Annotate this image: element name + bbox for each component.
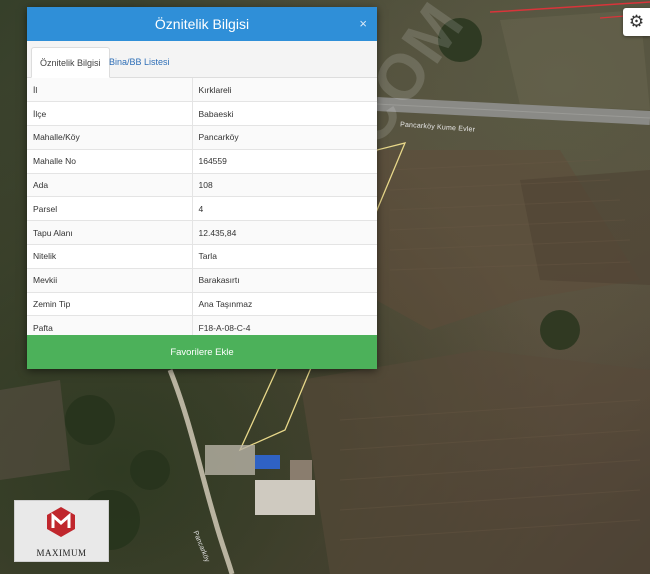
table-row: Parsel 4 xyxy=(27,196,377,222)
attribute-key: Mahalle No xyxy=(27,149,193,174)
attribute-key: İlçe xyxy=(27,101,193,127)
attribute-key: Mahalle/Köy xyxy=(27,125,193,150)
attribute-value: 108 xyxy=(192,173,377,198)
maximum-logo: MAXIMUM xyxy=(14,500,109,562)
attribute-value: 4 xyxy=(192,196,377,222)
attribute-key: Zemin Tip xyxy=(27,292,193,317)
gear-icon: ⚙ xyxy=(628,12,645,31)
table-row: Ada 108 xyxy=(27,173,377,198)
table-row: Mevkii Barakasırtı xyxy=(27,268,377,293)
attribute-info-panel: Öznitelik Bilgisi × Öznitelik Bilgisi Bi… xyxy=(27,7,377,369)
building-roof xyxy=(255,455,280,469)
table-row: İl Kırklareli xyxy=(27,78,377,103)
table-row: Nitelik Tarla xyxy=(27,244,377,269)
attribute-value: Tarla xyxy=(192,244,377,269)
field-patch xyxy=(520,170,650,285)
table-row: İlçe Babaeski xyxy=(27,101,377,127)
tab-bar: Öznitelik Bilgisi Bina/BB Listesi xyxy=(27,41,377,78)
attribute-key: Ada xyxy=(27,173,193,198)
attribute-value: Babaeski xyxy=(192,101,377,127)
table-row: Zemin Tip Ana Taşınmaz xyxy=(27,292,377,317)
building xyxy=(290,460,312,480)
logo-text: MAXIMUM xyxy=(36,548,87,558)
table-row: Tapu Alanı 12.435,84 xyxy=(27,220,377,246)
add-to-favorites-button[interactable]: Favorilere Ekle xyxy=(27,335,377,369)
attribute-key: Parsel xyxy=(27,196,193,222)
table-row: Mahalle/Köy Pancarköy xyxy=(27,125,377,150)
attribute-value: Ana Taşınmaz xyxy=(192,292,377,317)
attribute-table: İl Kırklareli İlçe Babaeski Mahalle/Köy Panca… xyxy=(27,78,377,341)
attribute-value: 12.435,84 xyxy=(192,220,377,246)
attribute-value: 164559 xyxy=(192,149,377,174)
table-row: Mahalle No 164559 xyxy=(27,149,377,174)
field-patch xyxy=(0,380,70,480)
field-patch xyxy=(300,350,650,574)
attribute-key: İl xyxy=(27,78,193,103)
attribute-value: Barakasırtı xyxy=(192,268,377,293)
attribute-value: Kırklareli xyxy=(192,78,377,103)
logo-mark-icon xyxy=(47,507,75,537)
attribute-key: Tapu Alanı xyxy=(27,220,193,246)
tab-building-list[interactable]: Bina/BB Listesi xyxy=(101,47,178,77)
panel-title: Öznitelik Bilgisi xyxy=(154,16,250,32)
attribute-key: Nitelik xyxy=(27,244,193,269)
attribute-value: Pancarköy xyxy=(192,125,377,150)
settings-button[interactable]: ⚙ xyxy=(623,8,650,36)
building xyxy=(255,480,315,515)
attribute-key: Mevkii xyxy=(27,268,193,293)
yard xyxy=(205,445,255,475)
close-icon[interactable]: × xyxy=(359,16,367,31)
tab-attribute-info[interactable]: Öznitelik Bilgisi xyxy=(31,47,110,78)
panel-header: Öznitelik Bilgisi × xyxy=(27,7,377,41)
